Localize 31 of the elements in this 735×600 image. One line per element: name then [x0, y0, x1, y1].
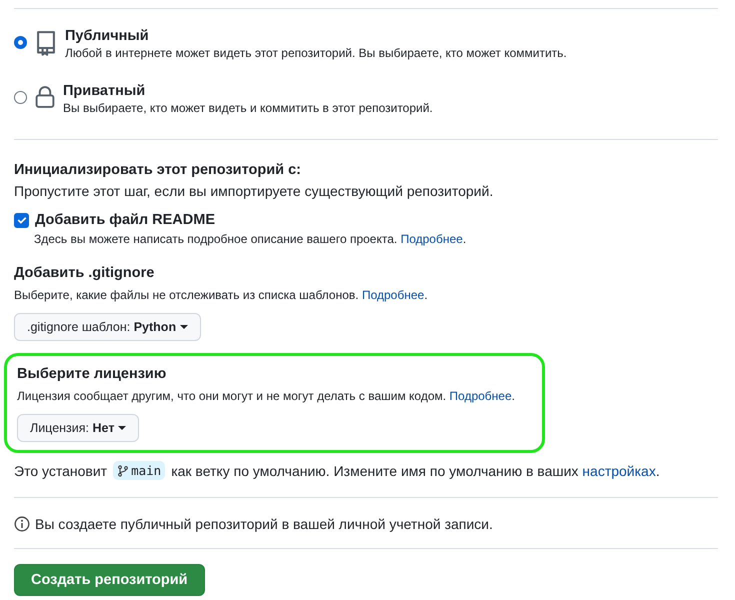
checkbox[interactable]	[14, 212, 29, 228]
note-text: Это установит	[14, 462, 108, 478]
radio-button[interactable]	[14, 36, 27, 49]
note-text: как ветку по умолчанию. Измените имя по умолчанию в ваших настройках.	[171, 462, 660, 478]
radio-button[interactable]	[14, 91, 27, 104]
section-heading: Инициализировать этот репозиторий с:	[14, 161, 301, 180]
book-icon	[35, 31, 57, 57]
option-description: Любой в интернете может видеть этот репозиторий. Вы выбираете, кто может коммитить.	[65, 45, 567, 62]
check-icon	[16, 214, 28, 226]
branch-icon	[117, 464, 130, 478]
gitignore-dropdown[interactable]: .gitignore шаблон: Python	[14, 313, 202, 341]
learn-more-link[interactable]: Подробнее	[400, 232, 463, 246]
info-text: Вы создаете публичный репозиторий в вашей личной учетной записи.	[35, 516, 493, 532]
description-text: Лицензия сообщает другим, что они могут и не могут делать с вашим кодом. Подробнее.	[17, 388, 515, 405]
license-dropdown[interactable]: Лицензия: Нет	[17, 414, 140, 442]
option-label: Приватный	[63, 82, 146, 100]
checkbox-label: Добавить файл README	[35, 211, 215, 230]
section-heading: Выберите лицензию	[17, 365, 166, 384]
learn-more-link[interactable]: Подробнее	[449, 389, 512, 403]
option-description: Вы выбираете, кто может видеть и коммитить в этот репозиторий.	[63, 100, 433, 117]
create-repository-button[interactable]: Создать репозиторий	[14, 564, 205, 596]
info-icon	[14, 516, 30, 532]
lock-icon	[35, 86, 55, 108]
section-description: Пропустите этот шаг, если вы импортируете существующий репозиторий.	[14, 182, 494, 201]
description-text: Здесь вы можете написать подробное описание вашего проекта. Подробнее.	[34, 231, 466, 248]
learn-more-link[interactable]: Подробнее	[362, 288, 424, 302]
option-label: Публичный	[65, 27, 150, 45]
description-text: Выберите, какие файлы не отслеживать из списка шаблонов. Подробнее.	[14, 287, 428, 304]
branch-tag: main	[113, 461, 166, 480]
settings-link[interactable]: настройках	[582, 462, 656, 478]
section-heading: Добавить .gitignore	[14, 264, 154, 283]
